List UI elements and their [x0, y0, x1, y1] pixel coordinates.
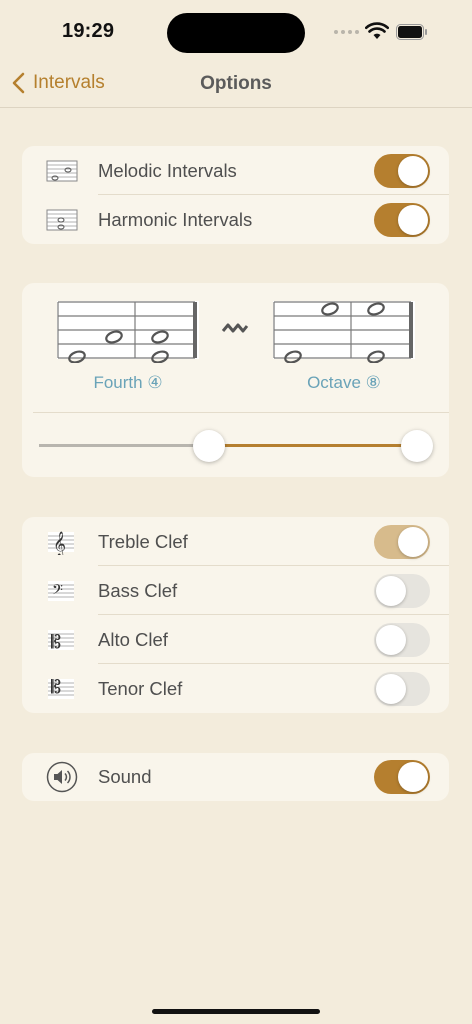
harmonic-interval-icon — [46, 209, 78, 231]
treble-clef-row[interactable]: 𝄞 Treble Clef — [22, 517, 449, 566]
upper-interval-number: ⑧ — [365, 373, 381, 392]
treble-clef-icon: 𝄞 — [48, 531, 74, 555]
alto-clef-row[interactable]: 𝄡 Alto Clef — [22, 615, 449, 664]
alto-clef-toggle[interactable] — [374, 622, 430, 657]
bass-clef-toggle[interactable] — [374, 573, 430, 608]
cellular-signal-icon — [334, 30, 359, 34]
lower-interval-number: ④ — [147, 373, 163, 392]
sound-toggle[interactable] — [374, 760, 430, 794]
status-time: 19:29 — [62, 20, 115, 42]
tenor-clef-toggle[interactable] — [374, 671, 430, 706]
sound-label: Sound — [98, 766, 152, 787]
divider — [33, 412, 449, 413]
sound-row[interactable]: Sound — [22, 753, 449, 801]
range-slider-selected-track[interactable] — [209, 444, 417, 447]
harmonic-intervals-label: Harmonic Intervals — [98, 208, 253, 230]
bass-clef-label: Bass Clef — [98, 579, 178, 601]
tenor-clef-row[interactable]: 𝄡 Tenor Clef — [22, 664, 449, 713]
melodic-intervals-label: Melodic Intervals — [98, 159, 237, 181]
harmonic-intervals-row[interactable]: Harmonic Intervals — [22, 195, 449, 244]
dynamic-island — [167, 13, 305, 53]
interval-range-card: Fourth ④ Octave ⑧ — [22, 283, 449, 477]
alto-clef-icon: 𝄡 — [48, 630, 74, 653]
tenor-clef-icon: 𝄡 — [48, 677, 74, 699]
range-slider-low-thumb[interactable] — [193, 430, 225, 462]
bass-clef-row[interactable]: 𝄢 Bass Clef — [22, 566, 449, 615]
range-slider-track[interactable] — [39, 444, 209, 447]
status-bar: 19:29 — [0, 0, 472, 62]
battery-icon — [396, 24, 427, 40]
harmonic-intervals-toggle[interactable] — [374, 202, 430, 237]
melodic-intervals-toggle[interactable] — [374, 153, 430, 188]
upper-interval-label[interactable]: Octave ⑧ — [273, 373, 415, 393]
melodic-interval-icon — [46, 160, 78, 182]
melodic-intervals-row[interactable]: Melodic Intervals — [22, 146, 449, 195]
svg-text:𝄡: 𝄡 — [51, 632, 61, 653]
upper-interval-name: Octave — [307, 373, 361, 392]
interval-types-card: Melodic Intervals Harmonic Intervals — [22, 146, 449, 244]
svg-text:𝄢: 𝄢 — [52, 582, 63, 602]
sound-card: Sound — [22, 753, 449, 801]
speaker-icon — [46, 761, 78, 793]
range-tilde-icon — [221, 323, 249, 333]
page-title: Options — [200, 73, 272, 94]
range-slider-high-thumb[interactable] — [401, 430, 433, 462]
wifi-icon — [365, 22, 389, 39]
svg-text:𝄞: 𝄞 — [53, 531, 66, 555]
svg-text:𝄡: 𝄡 — [51, 677, 61, 698]
alto-clef-label: Alto Clef — [98, 628, 168, 650]
bass-clef-icon: 𝄢 — [48, 581, 74, 602]
treble-clef-toggle[interactable] — [374, 524, 430, 559]
treble-clef-label: Treble Clef — [98, 530, 188, 552]
clefs-card: 𝄞 Treble Clef 𝄢 Bass Clef 𝄡 Alto Clef 𝄡 — [22, 517, 449, 713]
fourth-staff-icon — [57, 301, 199, 363]
home-indicator — [152, 1009, 320, 1014]
navigation-bar: Intervals Options — [0, 62, 472, 108]
tenor-clef-label: Tenor Clef — [98, 677, 183, 699]
lower-interval-name: Fourth — [93, 373, 143, 392]
octave-staff-icon — [273, 301, 415, 363]
lower-interval-label[interactable]: Fourth ④ — [57, 373, 199, 393]
